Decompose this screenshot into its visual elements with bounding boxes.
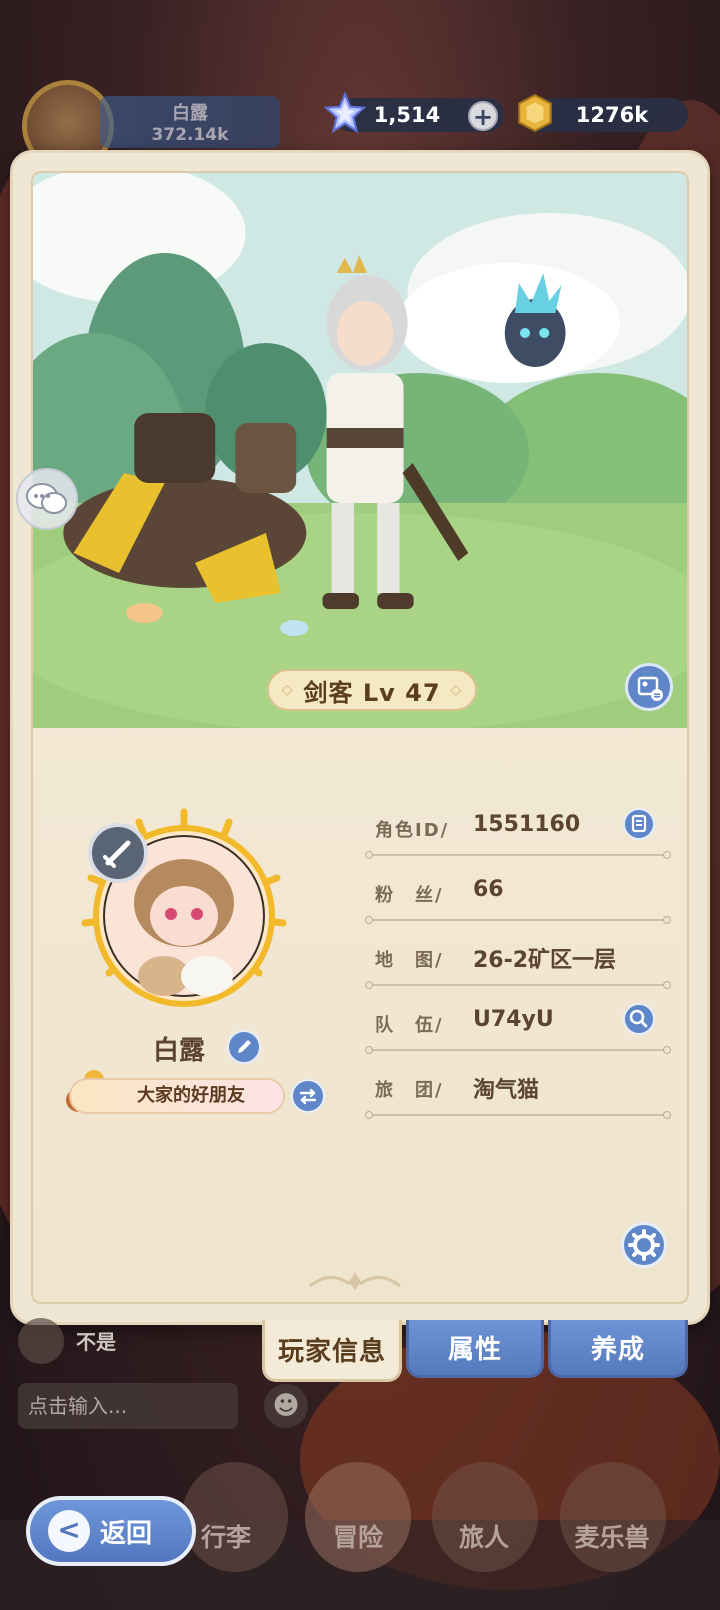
- info-value: 淘气猫: [473, 1078, 540, 1103]
- nav-pet-button[interactable]: [560, 1462, 666, 1572]
- info-row-fans: 粉 丝/ 66: [365, 865, 671, 927]
- info-key: 粉 丝/: [375, 885, 444, 906]
- gold-value: 1276k: [575, 103, 649, 127]
- class-level-text: 剑客 Lv 47: [303, 678, 441, 707]
- hud-power: 372.14k: [151, 125, 229, 145]
- info-value: 26-2矿区一层: [473, 948, 617, 973]
- copy-id-button[interactable]: [623, 808, 655, 840]
- info-row-role-id: 角色ID/ 1551160: [365, 800, 671, 862]
- gold-coin-icon: [518, 93, 552, 133]
- pencil-icon: [238, 1040, 251, 1053]
- chat-bubble-icon: [26, 483, 67, 514]
- card-inner: ◇ 剑客 Lv 47 ◇ 白露 大家的好朋友 角色ID/ 1551160 粉 丝…: [31, 171, 689, 1304]
- back-label: 返回: [100, 1518, 153, 1549]
- info-value: U74yU: [473, 1007, 554, 1032]
- back-button[interactable]: < 返回: [26, 1496, 196, 1566]
- chat-message-text: 不是: [76, 1330, 116, 1354]
- nav-bag-button[interactable]: [182, 1462, 288, 1572]
- smiley-icon: ☻: [272, 1391, 300, 1421]
- hud-name-bar[interactable]: 白露 372.14k: [100, 96, 280, 148]
- divider-line: [365, 851, 671, 859]
- copy-icon: [631, 814, 647, 833]
- hud-player-name: 白露: [172, 103, 208, 124]
- nav-traveler-label: 旅人: [458, 1523, 509, 1552]
- info-row-team: 队 伍/ U74yU: [365, 995, 671, 1057]
- emoji-button[interactable]: ☻: [264, 1384, 308, 1428]
- info-row-map: 地 图/ 26-2矿区一层: [365, 930, 671, 992]
- search-icon: [629, 1009, 648, 1028]
- gems-value: 1,514: [373, 103, 441, 127]
- info-key: 角色ID/: [375, 820, 450, 841]
- photo-button[interactable]: [625, 663, 673, 711]
- class-level-label: ◇ 剑客 Lv 47 ◇: [267, 669, 477, 711]
- sword-class-badge: [88, 823, 148, 883]
- settings-button[interactable]: [621, 1222, 667, 1268]
- divider-line: [365, 916, 671, 924]
- player-title-badge: 大家的好朋友: [69, 1078, 285, 1114]
- tab-attributes[interactable]: 属性: [406, 1320, 544, 1378]
- chat-input[interactable]: 点击输入...: [18, 1383, 238, 1429]
- info-key: 地 图/: [375, 950, 444, 971]
- back-arrow-icon: <: [48, 1510, 90, 1552]
- swap-title-button[interactable]: [291, 1079, 325, 1113]
- info-value: 1551160: [473, 812, 581, 837]
- gold-counter: 1276k: [518, 93, 688, 133]
- diamond-ornament-icon: ◇: [450, 682, 463, 698]
- divider-line: [365, 1046, 671, 1054]
- info-row-guild: 旅 团/ 淘气猫: [365, 1060, 671, 1122]
- swap-icon: [299, 1088, 317, 1105]
- star-gem-icon: [324, 92, 366, 134]
- tab-player-info[interactable]: 玩家信息: [262, 1320, 402, 1382]
- diamond-ornament-icon: ◇: [281, 682, 294, 698]
- card-ornament-icon: [309, 1272, 401, 1290]
- character-scene: [33, 173, 687, 728]
- search-team-button[interactable]: [623, 1003, 655, 1035]
- divider-line: [365, 1111, 671, 1119]
- divider-line: [365, 981, 671, 989]
- info-value: 66: [473, 877, 504, 902]
- info-key: 队 伍/: [375, 1015, 444, 1036]
- nav-adventure-button[interactable]: [305, 1462, 411, 1572]
- add-gems-button[interactable]: +: [468, 101, 498, 131]
- chat-side-button[interactable]: [16, 468, 78, 530]
- nav-traveler-button[interactable]: [432, 1462, 538, 1572]
- photo-icon: [637, 676, 663, 701]
- gear-icon: [628, 1229, 660, 1261]
- chat-avatar: [18, 1318, 64, 1364]
- player-info-card: ◇ 剑客 Lv 47 ◇ 白露 大家的好朋友 角色ID/ 1551160 粉 丝…: [10, 150, 710, 1325]
- tab-cultivate[interactable]: 养成: [548, 1320, 688, 1378]
- nav-pet-label: 麦乐兽: [574, 1523, 650, 1552]
- sword-icon: [103, 840, 131, 868]
- edit-name-button[interactable]: [227, 1030, 261, 1064]
- nav-adventure-label: 冒险: [332, 1523, 383, 1552]
- gems-counter: 1,514 +: [324, 92, 504, 134]
- info-key: 旅 团/: [375, 1080, 444, 1101]
